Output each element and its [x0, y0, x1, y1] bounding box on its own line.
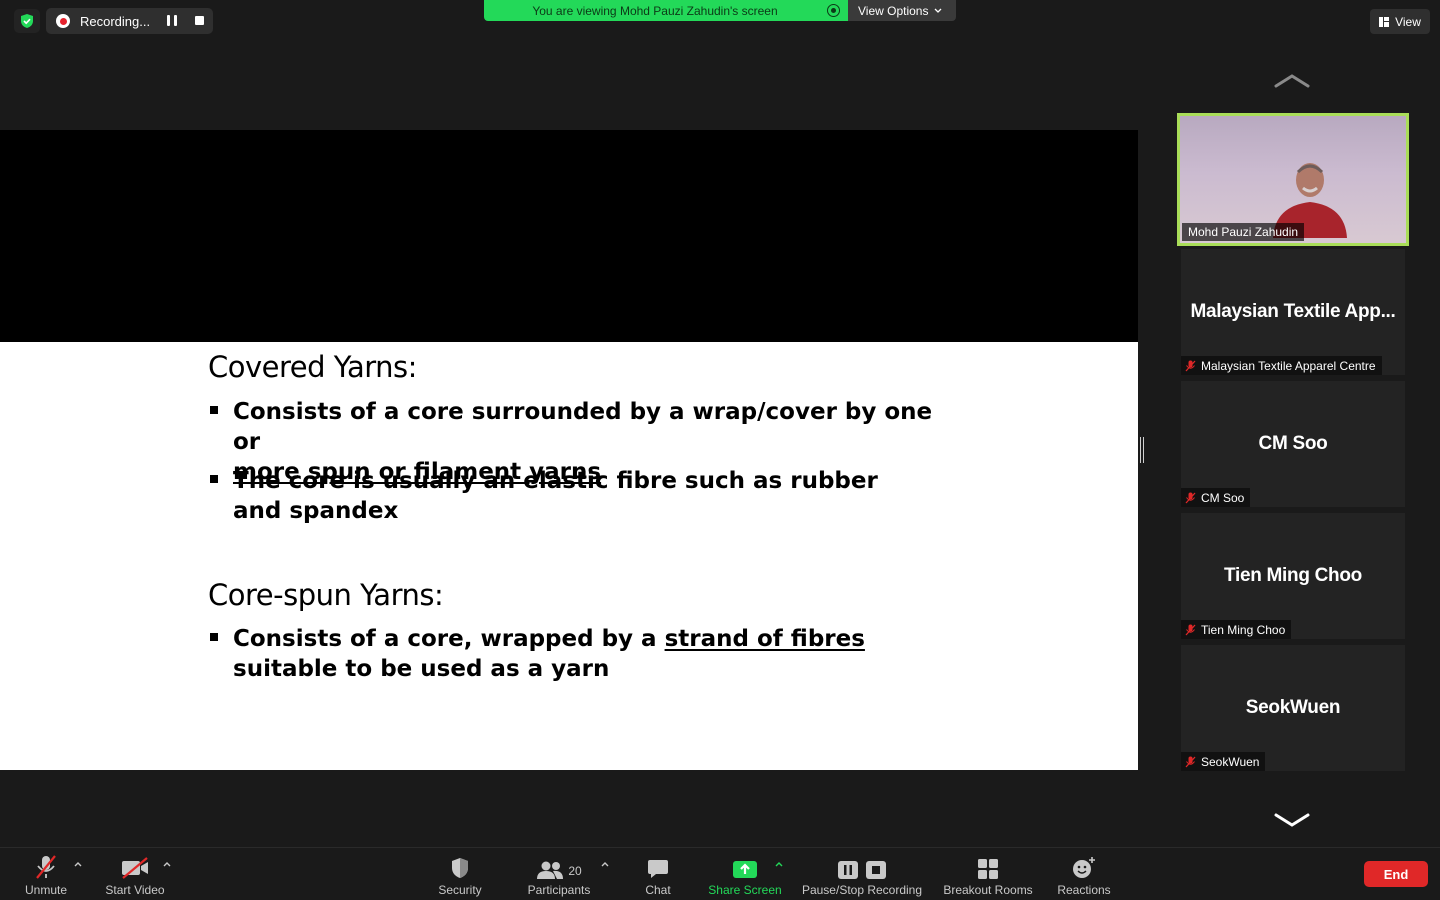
bullet-text: Consists of a core, wrapped by a	[233, 626, 665, 652]
zoom-meeting-window: Recording... You are viewing Mohd Pauzi …	[0, 0, 1440, 900]
breakout-rooms-grid-icon	[978, 859, 998, 879]
breakout-rooms-button[interactable]: Breakout Rooms	[940, 848, 1036, 900]
pause-stop-recording-button[interactable]: Pause/Stop Recording	[798, 848, 926, 900]
muted-mic-icon	[1185, 756, 1196, 767]
reactions-smiley-icon	[1073, 857, 1095, 878]
view-button-label: View	[1395, 14, 1421, 29]
participant-name: SeokWuen	[1201, 754, 1260, 769]
security-label: Security	[438, 883, 482, 897]
pause-stop-recording-label: Pause/Stop Recording	[801, 883, 923, 897]
pause-recording-icon[interactable]	[167, 15, 177, 26]
screen-share-banner: You are viewing Mohd Pauzi Zahudin's scr…	[484, 0, 848, 21]
slide-bullet: The core is usually an elastic fibre suc…	[208, 466, 948, 526]
participant-tile-title: Malaysian Textile App...	[1190, 301, 1396, 322]
chat-label: Chat	[645, 883, 671, 897]
participant-tile-title: Tien Ming Choo	[1224, 565, 1362, 586]
muted-mic-icon	[1185, 360, 1196, 371]
audio-options-caret-icon[interactable]	[73, 860, 83, 868]
muted-mic-icon	[1185, 492, 1196, 503]
bullet-square-icon	[210, 475, 218, 483]
participant-tile-title: CM Soo	[1258, 433, 1328, 454]
video-options-caret-icon[interactable]	[162, 860, 172, 868]
participant-name-tag: CM Soo	[1181, 488, 1251, 507]
chevron-down-icon	[935, 8, 942, 13]
participant-name: CM Soo	[1201, 490, 1245, 505]
recording-label: Recording...	[80, 13, 151, 29]
share-screen-button[interactable]: Share Screen	[704, 848, 786, 900]
start-video-button[interactable]: Start Video	[100, 848, 170, 900]
unmute-label: Unmute	[24, 883, 68, 897]
reactions-button[interactable]: Reactions	[1052, 848, 1116, 900]
shared-screen-top-area	[0, 130, 1138, 342]
view-button[interactable]: View	[1370, 9, 1430, 34]
participant-tile[interactable]: Malaysian Textile App... Malaysian Texti…	[1181, 249, 1405, 375]
gallery-scroll-down-icon[interactable]	[1273, 812, 1311, 828]
screen-share-banner-text: You are viewing Mohd Pauzi Zahudin's scr…	[532, 3, 778, 18]
chat-button[interactable]: Chat	[632, 848, 684, 900]
slide-heading-core-spun-yarns: Core-spun Yarns:	[208, 578, 444, 612]
slide-bullet: Consists of a core, wrapped by a strand …	[208, 624, 948, 684]
reactions-label: Reactions	[1057, 883, 1111, 897]
participant-name: Malaysian Textile Apparel Centre	[1201, 358, 1376, 373]
participant-name: Tien Ming Choo	[1201, 622, 1286, 637]
pause-icon	[838, 861, 858, 879]
muted-mic-icon	[1185, 624, 1196, 635]
participant-name-tag: Tien Ming Choo	[1181, 620, 1292, 639]
unmute-button[interactable]: Unmute	[18, 848, 74, 900]
participant-tile[interactable]: Tien Ming Choo Tien Ming Choo	[1181, 513, 1405, 639]
start-video-label: Start Video	[105, 883, 165, 897]
bullet-square-icon	[210, 633, 218, 641]
shared-slide: Covered Yarns: Consists of a core surrou…	[0, 342, 1138, 770]
slide-heading-covered-yarns: Covered Yarns:	[208, 350, 417, 384]
security-button[interactable]: Security	[430, 848, 490, 900]
participant-tile[interactable]: CM Soo CM Soo	[1181, 381, 1405, 507]
breakout-rooms-label: Breakout Rooms	[943, 883, 1033, 897]
security-shield-icon[interactable]	[14, 9, 40, 33]
recording-indicator: Recording...	[46, 8, 213, 34]
view-options-dropdown[interactable]: View Options	[848, 0, 956, 21]
panel-resize-handle[interactable]	[1140, 437, 1144, 463]
security-shield-icon	[452, 858, 468, 878]
participants-options-caret-icon[interactable]	[600, 860, 610, 868]
participants-count: 20	[568, 864, 582, 878]
bullet-text: suitable to be used as a yarn	[233, 656, 610, 682]
view-layout-icon	[1379, 16, 1390, 27]
participants-icon	[537, 861, 564, 879]
video-off-icon	[122, 857, 148, 879]
muted-microphone-icon	[36, 855, 56, 879]
bullet-text: Consists of a core surrounded by a wrap/…	[233, 399, 933, 455]
bullet-text-underlined: strand of fibres	[664, 626, 865, 652]
stop-recording-icon[interactable]	[195, 16, 204, 25]
view-options-label: View Options	[858, 3, 929, 18]
participant-name-tag: SeokWuen	[1181, 752, 1266, 771]
active-speaker-name: Mohd Pauzi Zahudin	[1182, 223, 1305, 241]
sharing-status-icon	[827, 4, 840, 17]
participants-button[interactable]: 20 Participants	[520, 848, 598, 900]
participants-label: Participants	[527, 883, 591, 897]
participant-tile[interactable]: SeokWuen SeokWuen	[1181, 645, 1405, 771]
active-speaker-video[interactable]: Mohd Pauzi Zahudin	[1177, 113, 1409, 246]
share-screen-arrow-icon	[733, 861, 757, 878]
bullet-square-icon	[210, 406, 218, 414]
participant-tile-title: SeokWuen	[1245, 697, 1341, 718]
chat-bubble-icon	[648, 860, 668, 878]
stop-icon	[866, 861, 886, 879]
share-screen-label: Share Screen	[708, 883, 782, 897]
meeting-controls-toolbar: Unmute Start Video Security 20 Participa…	[0, 847, 1440, 900]
participant-name-tag: Malaysian Textile Apparel Centre	[1181, 356, 1382, 375]
gallery-scroll-up-icon[interactable]	[1273, 73, 1311, 89]
end-meeting-button[interactable]: End	[1364, 861, 1428, 887]
record-dot-icon	[56, 14, 70, 28]
bullet-text: The core is usually an elastic fibre suc…	[233, 468, 878, 524]
share-options-caret-icon[interactable]	[774, 860, 784, 868]
